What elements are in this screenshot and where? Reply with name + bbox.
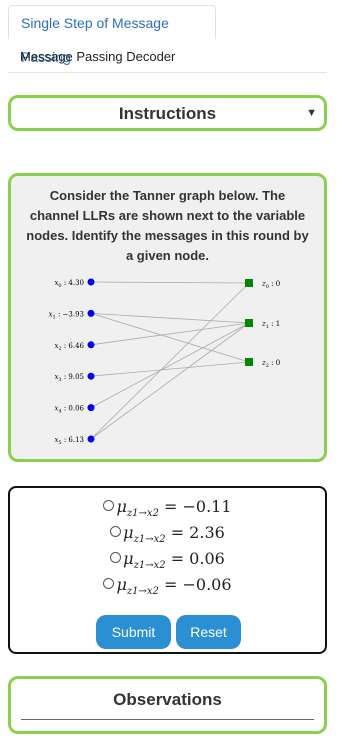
variable-node-label: x2 : 6.46: [54, 342, 84, 352]
graph-edge: [90, 322, 250, 440]
answer-option-3[interactable]: μz1→x2 = 0.06: [10, 549, 325, 571]
variable-node-label: x4 : 0.06: [54, 405, 84, 415]
tanner-graph: x0 : 4.30 x1 : −3.93 x2 : 6.46 x3 : 9.05 x4 …: [49, 278, 280, 446]
mu-subscript: z1→x2: [126, 586, 159, 597]
option-value: = 0.06: [170, 549, 225, 568]
answer-option-4[interactable]: μz1→x2 = −0.06: [10, 575, 325, 597]
graph-edge: [90, 322, 250, 346]
answer-panel: μz1→x2 = −0.11 μz1→x2 = 2.36 μz1→x2 = 0.…: [8, 486, 327, 654]
graph-edge: [90, 313, 250, 324]
chevron-down-icon[interactable]: ▼: [306, 107, 317, 119]
check-node-label: z1 : 1: [261, 320, 280, 330]
question-panel: Consider the Tanner graph below. The cha…: [8, 173, 327, 462]
radio-icon[interactable]: [103, 578, 115, 589]
graph-edge: [90, 361, 250, 377]
graph-edge: [90, 322, 250, 408]
option-value: = −0.06: [163, 575, 232, 594]
check-node: [245, 279, 253, 287]
graph-edge: [90, 281, 250, 284]
submit-button[interactable]: Submit: [96, 615, 171, 649]
variable-node-label: x3 : 9.05: [54, 373, 84, 383]
mu-subscript: z1→x2: [133, 560, 166, 571]
tab-single-step[interactable]: Single Step of Message Passing: [8, 5, 216, 65]
option-value: = 2.36: [170, 523, 225, 542]
check-node-label: z2 : 0: [261, 359, 280, 369]
variable-node: [87, 341, 95, 349]
graph-edge: [90, 313, 250, 363]
mu-subscript: z1→x2: [126, 508, 159, 519]
reset-button[interactable]: Reset: [176, 615, 241, 649]
instructions-title: Instructions: [118, 104, 217, 123]
question-text: Consider the Tanner graph below. The cha…: [26, 188, 309, 263]
check-node: [245, 319, 253, 327]
answer-option-1[interactable]: μz1→x2 = −0.11: [10, 497, 325, 519]
check-node-label: z0 : 0: [261, 280, 280, 290]
mu-symbol: μ: [116, 575, 127, 594]
variable-node-label: x1 : −3.93: [49, 310, 84, 320]
option-value: = −0.11: [163, 497, 232, 516]
variable-node-label: x0 : 4.30: [54, 279, 84, 289]
graph-edge: [90, 282, 250, 440]
variable-node: [87, 309, 95, 317]
mu-symbol: μ: [116, 497, 127, 516]
variable-node-label: x5 : 6.13: [54, 436, 84, 446]
radio-icon[interactable]: [110, 552, 122, 563]
mu-subscript: z1→x2: [133, 534, 166, 545]
variable-node: [87, 372, 95, 380]
variable-node: [87, 278, 95, 286]
answer-option-2[interactable]: μz1→x2 = 2.36: [10, 523, 325, 545]
variable-node: [87, 404, 95, 412]
observations-title: Observations: [113, 690, 222, 709]
divider: [21, 719, 314, 720]
variable-node: [87, 435, 95, 443]
radio-icon[interactable]: [110, 526, 122, 537]
radio-icon[interactable]: [103, 500, 115, 511]
observations-panel[interactable]: Observations: [8, 676, 327, 734]
mu-symbol: μ: [123, 523, 134, 542]
instructions-panel[interactable]: Instructions ▼: [8, 95, 327, 131]
mu-symbol: μ: [123, 549, 134, 568]
check-node: [245, 358, 253, 366]
tab-decoder[interactable]: Message Passing Decoder: [8, 39, 327, 73]
